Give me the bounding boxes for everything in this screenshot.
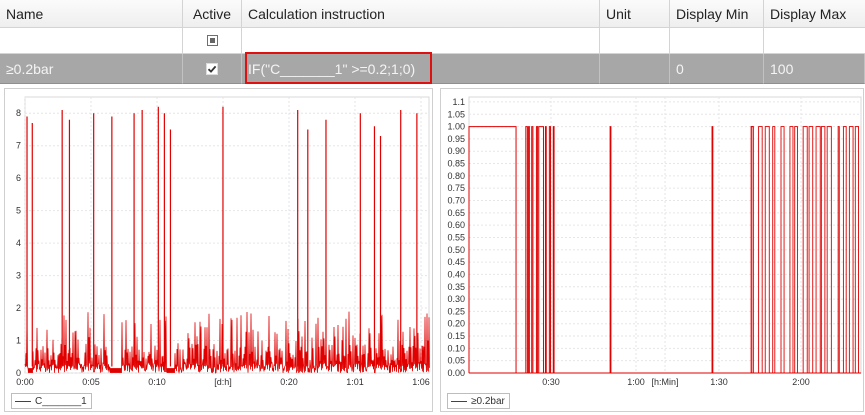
x-tick-label: 0:10 — [148, 377, 166, 387]
y-tick-label: 0.05 — [447, 356, 465, 366]
grid-filter-row — [0, 28, 865, 54]
chart-left-plot: 0123456780:00 0:05 0:10 [d:h] 0:20 1:01 1:06 — [16, 96, 430, 387]
column-header-calculation[interactable]: Calculation instruction — [242, 0, 600, 28]
y-tick-label: 1 — [16, 336, 21, 346]
table-row[interactable]: ≥0.2bar IF("C_______1" >=0.2;1;0) 0 100 — [0, 54, 865, 84]
x-tick-label: [d:h] — [214, 377, 232, 387]
legend-label: C_______1 — [35, 395, 87, 407]
x-tick-label: [h:Min] — [651, 377, 678, 387]
x-tick-label: 1:06 — [412, 377, 430, 387]
x-tick-label: 0:05 — [82, 377, 100, 387]
x-tick-label: 1:01 — [346, 377, 364, 387]
chart-right-plot: 0.00 0.05 0.10 0.15 0.20 0.25 0.30 0.35 0.40 0.45… — [447, 96, 862, 387]
y-tick-label: 3 — [16, 271, 21, 281]
y-tick-label: 0.35 — [447, 282, 465, 292]
x-tick-label: 1:00 — [627, 377, 645, 387]
y-tick-label: 4 — [16, 238, 21, 248]
column-header-active[interactable]: Active — [183, 0, 242, 28]
checkmark-icon — [207, 65, 217, 73]
row-display-min[interactable]: 0 — [670, 54, 764, 84]
filter-active-checkbox[interactable] — [206, 35, 218, 46]
y-tick-label: 1.00 — [447, 122, 465, 132]
plot-area — [24, 96, 430, 374]
legend-swatch — [451, 400, 467, 402]
column-header-name[interactable]: Name — [0, 0, 183, 28]
column-header-unit[interactable]: Unit — [600, 0, 670, 28]
filter-active-cell[interactable] — [183, 28, 242, 54]
indeterminate-icon — [209, 38, 215, 43]
row-display-max[interactable]: 100 — [764, 54, 865, 84]
series-pulse — [544, 126, 547, 373]
series-pulse — [528, 126, 530, 373]
chart-left[interactable]: 0 1 2 3 4 5 6 7 8 0:00 0:05 0:10 [d:h] 0:20 1:01 1:06 C… — [4, 88, 433, 412]
y-tick-label: 8 — [16, 108, 21, 118]
legend-swatch — [15, 400, 31, 402]
chart-right-legend: ≥0.2bar — [447, 393, 510, 409]
y-tick-label: 0.90 — [447, 146, 465, 156]
y-tick-label: 0.25 — [447, 306, 465, 316]
y-tick-label: 0.15 — [447, 331, 465, 341]
legend-label: ≥0.2bar — [471, 395, 505, 407]
y-tick-label: 0.10 — [447, 343, 465, 353]
y-tick-label: 0.85 — [447, 159, 465, 169]
chart-left-legend: C_______1 — [11, 393, 92, 409]
y-tick-label: 0.60 — [447, 220, 465, 230]
y-tick-label: 0.55 — [447, 232, 465, 242]
y-tick-label: 0.75 — [447, 183, 465, 193]
x-tick-label: 0:30 — [542, 377, 560, 387]
x-tick-label: 1:30 — [710, 377, 728, 387]
y-tick-label: 1.05 — [447, 109, 465, 119]
filter-unit-cell[interactable] — [600, 28, 670, 54]
y-tick-label: 6 — [16, 173, 21, 183]
y-tick-label: 0.65 — [447, 208, 465, 218]
y-tick-label: 0.80 — [447, 171, 465, 181]
row-active-cell[interactable] — [183, 54, 242, 84]
highlight-box — [245, 52, 432, 84]
y-tick-label: 2 — [16, 303, 21, 313]
grid-header-row: Name Active Calculation instruction Unit… — [0, 0, 865, 28]
chart-right[interactable]: 0.00 0.05 0.10 0.15 0.20 0.25 0.30 0.35 0.40 0.45… — [440, 88, 864, 412]
series-pulse — [711, 126, 714, 373]
y-tick-label: 7 — [16, 141, 21, 151]
active-checkbox[interactable] — [206, 62, 218, 75]
y-tick-label: 0.50 — [447, 245, 465, 255]
column-header-display-max[interactable]: Display Max — [764, 0, 865, 28]
x-tick-label: 0:00 — [16, 377, 34, 387]
calculation-grid: Name Active Calculation instruction Unit… — [0, 0, 865, 84]
y-tick-label: 0.45 — [447, 257, 465, 267]
y-tick-label: 5 — [16, 206, 21, 216]
y-tick-label: 0.40 — [447, 269, 465, 279]
x-tick-label: 2:00 — [792, 377, 810, 387]
filter-calc-cell[interactable] — [242, 28, 600, 54]
series-pulse — [552, 126, 555, 373]
row-name[interactable]: ≥0.2bar — [0, 54, 183, 84]
filter-name-cell[interactable] — [0, 28, 183, 54]
y-tick-label: 0.95 — [447, 134, 465, 144]
series-pulse — [609, 126, 612, 373]
y-tick-label: 0.70 — [447, 196, 465, 206]
y-tick-label: 0.20 — [447, 319, 465, 329]
filter-min-cell[interactable] — [670, 28, 764, 54]
y-tick-label: 1.1 — [452, 97, 465, 107]
y-tick-label: 0.30 — [447, 294, 465, 304]
row-unit[interactable] — [600, 54, 670, 84]
y-tick-label: 0.00 — [447, 368, 465, 378]
x-tick-label: 0:20 — [280, 377, 298, 387]
filter-max-cell[interactable] — [764, 28, 865, 54]
column-header-display-min[interactable]: Display Min — [670, 0, 764, 28]
